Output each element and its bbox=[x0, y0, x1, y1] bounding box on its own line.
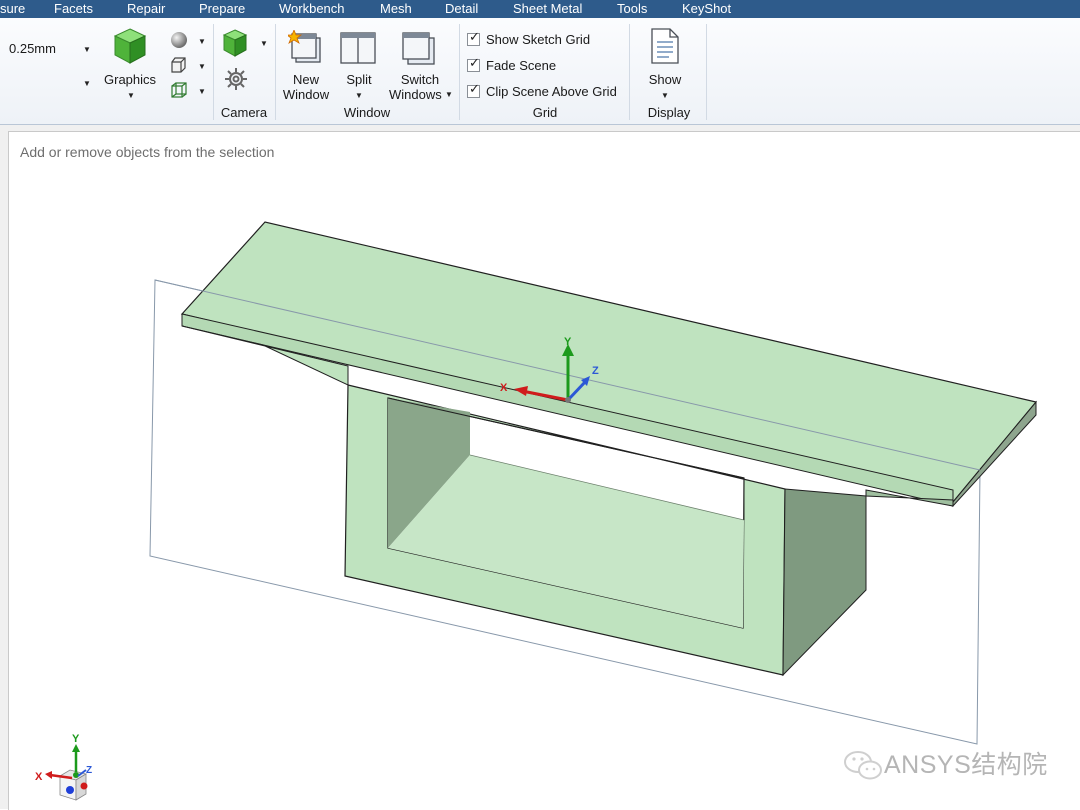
corner-axis-label-y: Y bbox=[72, 733, 80, 745]
orientation-cube-icon: Y X Z bbox=[35, 733, 92, 801]
model-scene[interactable]: Y X Z Y X Z bbox=[0, 0, 1080, 809]
corner-axis-label-z: Z bbox=[86, 765, 92, 776]
wechat-logo-icon bbox=[844, 751, 882, 780]
axis-label-z: Z bbox=[592, 365, 599, 377]
axis-label-x: X bbox=[500, 382, 508, 394]
axis-label-y: Y bbox=[564, 336, 572, 348]
corner-axis-label-x: X bbox=[35, 771, 43, 783]
watermark-text: ANSYS结构院 bbox=[884, 751, 1048, 779]
box-girder-side-face bbox=[782, 488, 867, 677]
